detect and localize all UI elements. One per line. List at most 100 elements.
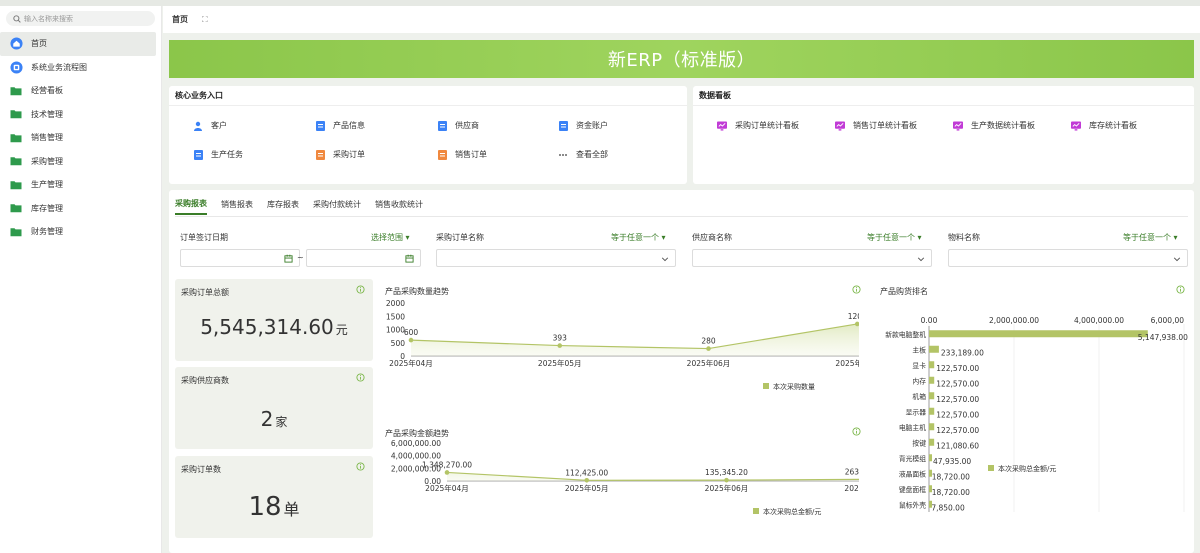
core-entry[interactable]: 生产任务	[193, 149, 243, 160]
sidebar-item[interactable]: 销售管理	[0, 126, 161, 150]
y-tick-label: 背光模组	[899, 454, 926, 463]
tab-home[interactable]: 首页	[172, 14, 188, 25]
doc-icon	[315, 120, 325, 131]
filter-op-date[interactable]: 选择范围 ▾	[371, 232, 410, 243]
kpi-supplier-count: 采购供应商数 2家	[175, 367, 373, 449]
amount-trend-chart: 6,000,000.004,000,000.002,000,000.000.00…	[391, 440, 859, 516]
x-tick-label: 2025年07月	[844, 483, 859, 493]
search-placeholder: 输入名称来搜索	[24, 14, 73, 23]
data-label: 7,850.00	[931, 503, 965, 512]
sidebar-item[interactable]: 库存管理	[0, 197, 161, 221]
core-entry[interactable]: 客户	[193, 120, 227, 131]
core-entry[interactable]: 产品信息	[315, 120, 365, 131]
board-icon	[835, 120, 845, 131]
filter-op-order-name[interactable]: 等于任意一个 ▾	[611, 232, 666, 243]
x-tick-label: 2025年06月	[687, 358, 731, 368]
dashboard-entry[interactable]: 采购订单统计看板	[717, 120, 799, 131]
sidebar-item[interactable]: 经营看板	[0, 79, 161, 103]
dashboard-entry[interactable]: 销售订单统计看板	[835, 120, 917, 131]
sidebar-item[interactable]: 技术管理	[0, 103, 161, 127]
doc-icon	[437, 120, 447, 131]
report-tab[interactable]: 库存报表	[267, 199, 299, 214]
doc-icon	[437, 149, 447, 160]
info-icon[interactable]	[1176, 285, 1185, 294]
sidebar-item[interactable]: 系统业务流程图	[0, 56, 161, 80]
data-point	[557, 343, 563, 348]
sidebar-item-label: 首页	[31, 39, 47, 49]
bar	[929, 345, 939, 353]
report-tab[interactable]: 销售收款统计	[375, 199, 423, 214]
date-start-field[interactable]	[180, 249, 300, 267]
core-entry-label: 采购订单	[333, 150, 365, 159]
qty-trend-chart: 20001500100050006002025年04月3932025年05月28…	[386, 299, 859, 391]
data-label: 112,425.00	[565, 468, 608, 477]
report-tab[interactable]: 销售报表	[221, 199, 253, 214]
search-input[interactable]: 输入名称来搜索	[6, 11, 155, 26]
search-icon	[13, 14, 21, 23]
folder-icon	[9, 225, 23, 239]
y-tick-label: 电脑主机	[899, 423, 926, 432]
supplier-select[interactable]	[692, 249, 932, 267]
more-icon	[558, 150, 568, 160]
bar	[929, 407, 935, 415]
core-entry[interactable]: 供应商	[437, 120, 479, 131]
order-name-select[interactable]	[436, 249, 676, 267]
x-tick-label: 2,000,000.00	[989, 316, 1039, 325]
data-point	[408, 337, 414, 343]
sidebar-item[interactable]: 生产管理	[0, 173, 161, 197]
data-point	[584, 477, 590, 483]
y-tick-label: 500	[391, 339, 406, 348]
sidebar-item-label: 经营看板	[31, 86, 63, 96]
x-tick-label: 2025年06月	[705, 483, 749, 493]
dashboard-entry[interactable]: 生产数据统计看板	[953, 120, 1035, 131]
legend-swatch	[763, 383, 769, 389]
date-end-field[interactable]	[306, 249, 421, 267]
dashboard-entry[interactable]: 库存统计看板	[1071, 120, 1137, 131]
filter-op-material[interactable]: 等于任意一个 ▾	[1123, 232, 1178, 243]
core-entry[interactable]: 查看全部	[558, 149, 608, 160]
core-entry-label: 供应商	[455, 121, 479, 130]
sidebar-item-label: 财务管理	[31, 227, 63, 237]
y-tick-label: 4,000,000.00	[391, 452, 441, 461]
filter-op-supplier[interactable]: 等于任意一个 ▾	[867, 232, 922, 243]
dashboard-entry-label: 库存统计看板	[1089, 121, 1137, 130]
sidebar-item[interactable]: 首页	[0, 32, 156, 56]
ranking-chart-title: 产品购货排名	[880, 287, 928, 296]
core-entry[interactable]: 资金账户	[558, 120, 608, 131]
info-icon[interactable]	[852, 285, 861, 294]
core-entry-label: 查看全部	[576, 150, 608, 159]
material-select[interactable]	[948, 249, 1188, 267]
y-tick-label: 主板	[912, 345, 926, 354]
info-icon[interactable]	[356, 373, 365, 382]
data-point	[724, 477, 729, 483]
sidebar-item-label: 采购管理	[31, 156, 63, 166]
data-label: 122,570.00	[936, 379, 979, 388]
y-tick-label: 机箱	[912, 392, 926, 401]
legend-label: 本次采购总金额/元	[998, 464, 1056, 473]
info-icon[interactable]	[356, 285, 365, 294]
sidebar-item[interactable]: 财务管理	[0, 220, 161, 244]
kpi-unit: 单	[283, 500, 300, 519]
sidebar-item-label: 销售管理	[31, 133, 63, 143]
data-label: 18,720.00	[932, 488, 970, 497]
data-label: 122,570.00	[936, 364, 979, 373]
doc-icon	[315, 149, 325, 160]
kpi-title: 采购订单数	[181, 465, 221, 474]
report-tab[interactable]: 采购报表	[175, 198, 207, 215]
sidebar-item[interactable]: 采购管理	[0, 150, 161, 174]
fullscreen-icon[interactable]: ⛶	[202, 15, 208, 25]
date-separator: ~	[297, 253, 304, 262]
x-tick-label: 2025年05月	[538, 358, 582, 368]
core-business-title: 核心业务入口	[169, 86, 687, 106]
report-tab[interactable]: 采购付款统计	[313, 199, 361, 214]
info-icon[interactable]	[852, 427, 861, 436]
core-entry[interactable]: 销售订单	[437, 149, 487, 160]
data-label: 47,935.00	[933, 457, 971, 466]
chevron-down-icon	[917, 257, 925, 262]
dashboards-card: 数据看板 采购订单统计看板 销售订单统计看板 生产数据统计看板 库存统计看板	[693, 86, 1194, 184]
info-icon[interactable]	[356, 462, 365, 471]
core-entry[interactable]: 采购订单	[315, 149, 365, 160]
data-label: 600	[404, 328, 419, 337]
y-tick-label: 1500	[386, 312, 405, 321]
kpi-unit: 元	[335, 323, 348, 337]
